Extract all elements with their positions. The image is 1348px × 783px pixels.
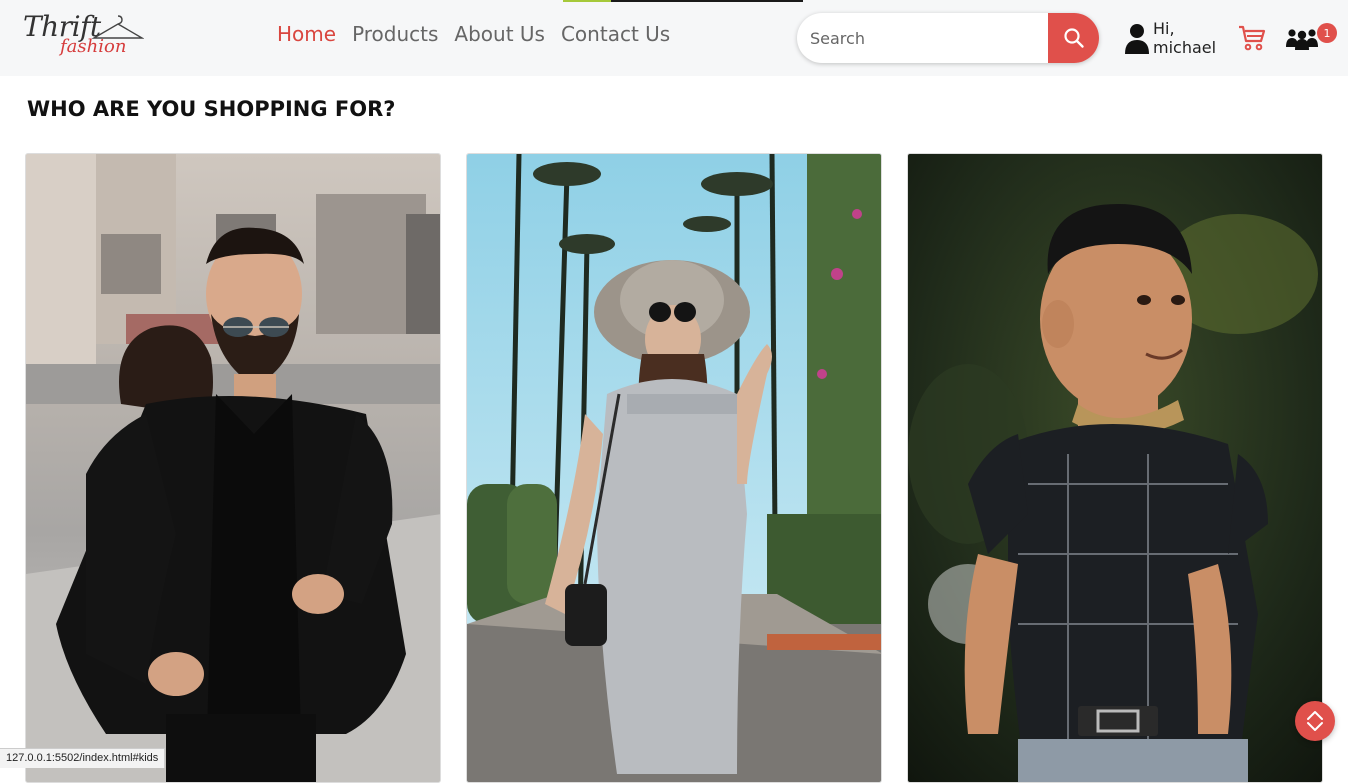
nav-link-home[interactable]: Home [277,22,336,46]
men-photo [26,154,440,782]
women-photo [467,154,881,782]
community-button[interactable] [1286,28,1318,54]
top-accent-bar [563,0,803,2]
user-account[interactable]: Hi, michael [1124,19,1228,59]
user-icon [1125,24,1149,54]
main-nav: Home Products About Us Contact Us [277,22,670,46]
user-name: michael [1153,38,1217,57]
user-greeting: Hi, [1153,19,1175,38]
search-button[interactable] [1048,13,1099,63]
notification-badge: 1 [1317,23,1337,43]
nav-link-contact-us[interactable]: Contact Us [561,22,670,46]
section-heading: WHO ARE YOU SHOPPING FOR? [27,97,396,121]
hanger-icon [92,15,144,39]
scroll-up-down-icon [1307,711,1323,731]
category-card-kids[interactable] [907,153,1323,783]
category-card-men[interactable] [25,153,441,783]
users-group-icon [1286,29,1318,50]
cart-icon [1239,25,1266,51]
navbar: Thrift fashion Home Products About Us Co… [0,0,1348,76]
search-input[interactable] [797,13,1048,63]
search-icon [1063,28,1084,48]
category-card-women[interactable] [466,153,882,783]
cart-button[interactable] [1238,24,1266,56]
search-box [797,13,1099,63]
nav-link-products[interactable]: Products [352,22,438,46]
scroll-button[interactable] [1295,701,1335,741]
kids-photo [908,154,1322,782]
nav-link-about-us[interactable]: About Us [454,22,545,46]
brand-logo[interactable]: Thrift fashion [20,8,148,68]
status-bar-url: 127.0.0.1:5502/index.html#kids [0,748,166,768]
